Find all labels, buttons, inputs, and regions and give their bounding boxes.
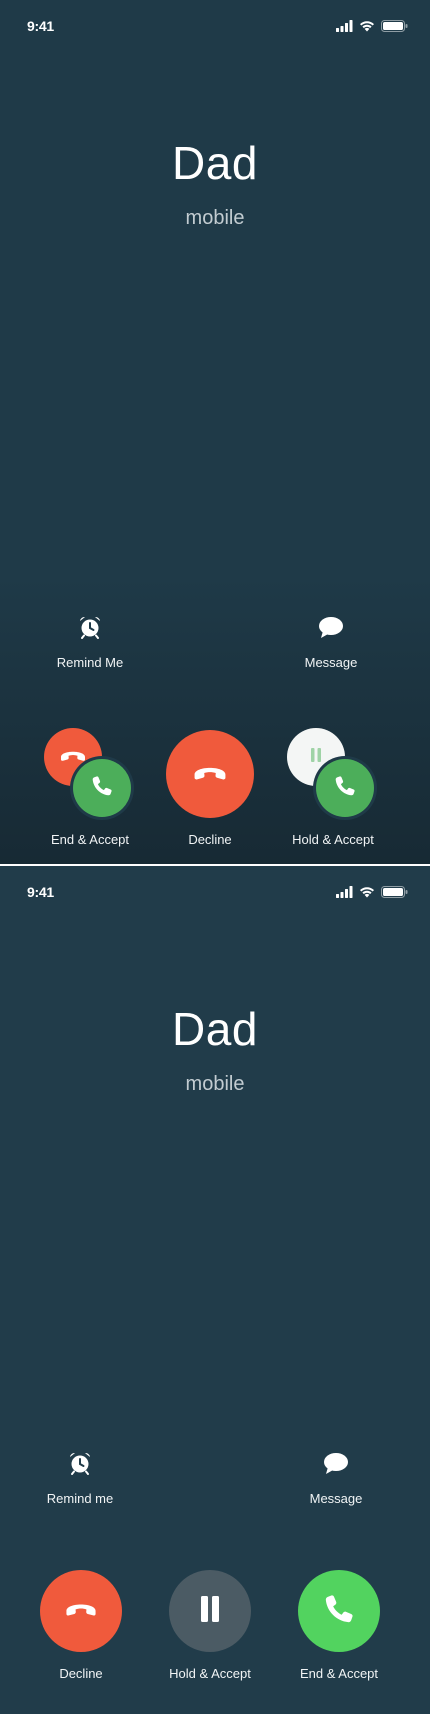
phone-hangup-icon bbox=[192, 763, 228, 786]
battery-icon bbox=[381, 885, 408, 903]
pause-icon bbox=[310, 747, 322, 767]
hold-and-accept-label: Hold & Accept bbox=[169, 1666, 251, 1681]
status-icons bbox=[336, 885, 408, 903]
wifi-icon bbox=[359, 19, 375, 37]
decline-button[interactable]: Decline bbox=[40, 1570, 122, 1681]
phone-hangup-icon bbox=[64, 1600, 98, 1622]
status-bar: 9:41 bbox=[0, 884, 430, 902]
caller-label: mobile bbox=[185, 1073, 245, 1095]
status-icons bbox=[336, 19, 408, 37]
speech-bubble-icon bbox=[271, 616, 391, 645]
signal-icon bbox=[336, 885, 353, 903]
remind-me-button[interactable]: Remind Me bbox=[30, 614, 150, 670]
signal-icon bbox=[336, 19, 353, 37]
end-and-accept-label: End & Accept bbox=[50, 832, 130, 847]
message-label: Message bbox=[304, 655, 358, 670]
hold-circle bbox=[169, 1570, 251, 1652]
accept-call-circle bbox=[73, 759, 131, 817]
accept-call-circle bbox=[316, 759, 374, 817]
phone-icon bbox=[322, 1592, 356, 1631]
accept-circle bbox=[298, 1570, 380, 1652]
speech-bubble-icon bbox=[276, 1452, 396, 1481]
caller-label: mobile bbox=[185, 207, 245, 229]
status-time: 9:41 bbox=[27, 884, 54, 900]
phone-icon bbox=[90, 774, 114, 803]
remind-me-button[interactable]: Remind me bbox=[20, 1450, 140, 1506]
remind-me-label: Remind me bbox=[46, 1491, 114, 1506]
decline-circle bbox=[166, 730, 254, 818]
message-button[interactable]: Message bbox=[271, 616, 391, 670]
decline-button[interactable]: Decline bbox=[166, 730, 254, 847]
message-label: Message bbox=[309, 1491, 363, 1506]
end-and-accept-button[interactable]: End & Accept bbox=[44, 728, 136, 847]
battery-icon bbox=[381, 19, 408, 37]
message-button[interactable]: Message bbox=[276, 1452, 396, 1506]
phone-hangup-icon bbox=[59, 748, 87, 767]
decline-circle bbox=[40, 1570, 122, 1652]
status-bar: 9:41 bbox=[0, 18, 430, 36]
status-time: 9:41 bbox=[27, 18, 54, 34]
incoming-call-screen-1: 9:41 Dad mobile Remind Me Message End & … bbox=[0, 0, 430, 864]
caller-name: Dad bbox=[172, 137, 258, 189]
caller-name: Dad bbox=[172, 1003, 258, 1055]
phone-icon bbox=[333, 774, 357, 803]
decline-label: Decline bbox=[188, 832, 232, 847]
hold-and-accept-button[interactable]: Hold & Accept bbox=[169, 1570, 251, 1681]
remind-me-label: Remind Me bbox=[56, 655, 124, 670]
alarm-clock-icon bbox=[30, 614, 150, 645]
wifi-icon bbox=[359, 885, 375, 903]
hold-and-accept-label: Hold & Accept bbox=[292, 832, 374, 847]
decline-label: Decline bbox=[59, 1666, 103, 1681]
end-and-accept-button[interactable]: End & Accept bbox=[298, 1570, 380, 1681]
end-and-accept-label: End & Accept bbox=[299, 1666, 379, 1681]
incoming-call-screen-2: 9:41 Dad mobile Remind me Message Declin… bbox=[0, 866, 430, 1714]
hold-and-accept-button[interactable]: Hold & Accept bbox=[287, 728, 379, 847]
pause-icon bbox=[199, 1595, 221, 1627]
alarm-clock-icon bbox=[20, 1450, 140, 1481]
